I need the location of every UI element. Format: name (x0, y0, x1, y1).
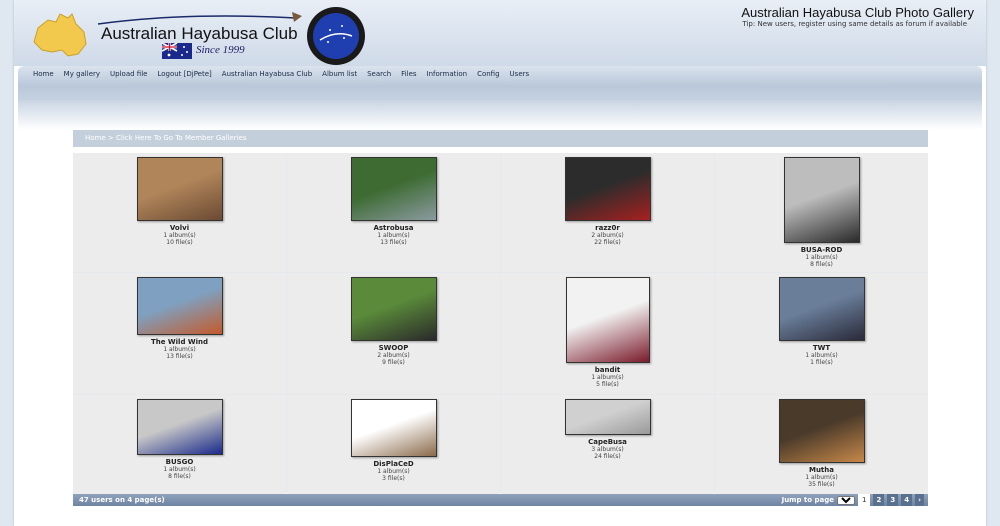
album-count: 1 album(s) (805, 474, 838, 481)
user-thumbnail[interactable] (350, 399, 437, 457)
file-count: 8 file(s) (810, 261, 833, 268)
user-gallery-card: BUSA-ROD 1 album(s) 8 file(s) (715, 153, 928, 272)
album-count: 2 album(s) (377, 352, 410, 359)
breadcrumb-home[interactable]: Home (85, 134, 106, 142)
user-gallery-card: SWOOP 2 album(s) 9 file(s) (287, 273, 500, 394)
page-link-2[interactable]: 2 (873, 494, 885, 506)
user-name-link[interactable]: The Wild Wind (151, 338, 208, 346)
user-name-link[interactable]: TWT (813, 344, 830, 352)
album-count: 1 album(s) (377, 232, 410, 239)
jump-page-select[interactable]: 1 (837, 495, 856, 505)
user-name-link[interactable]: razz0r (595, 224, 620, 232)
file-count: 13 file(s) (166, 353, 193, 360)
user-name-link[interactable]: BUSA-ROD (801, 246, 843, 254)
file-count: 10 file(s) (166, 239, 193, 246)
logo-text: Australian Hayabusa Club (101, 24, 298, 43)
file-count: 9 file(s) (382, 359, 405, 366)
file-count: 22 file(s) (594, 239, 621, 246)
nav-item[interactable]: Information (422, 70, 473, 78)
breadcrumb: Home > Click Here To Go To Member Galler… (73, 130, 928, 147)
australia-map-icon (33, 13, 87, 57)
user-gallery-card: Astrobusa 1 album(s) 13 file(s) (287, 153, 500, 272)
user-thumbnail[interactable] (136, 399, 223, 455)
page-link-3[interactable]: 3 (887, 494, 899, 506)
site-title: Australian Hayabusa Club Photo Gallery (741, 5, 974, 20)
file-count: 13 file(s) (380, 239, 407, 246)
nav-item[interactable]: Config (472, 70, 504, 78)
user-count: 47 users on 4 page(s) (79, 496, 165, 504)
club-badge-icon (307, 7, 365, 65)
jump-label: Jump to page (781, 496, 835, 504)
breadcrumb-current[interactable]: Click Here To Go To Member Galleries (116, 134, 247, 142)
user-name-link[interactable]: CapeBusa (588, 438, 627, 446)
file-count: 1 file(s) (810, 359, 833, 366)
nav-gradient (18, 100, 982, 130)
album-count: 1 album(s) (377, 468, 410, 475)
file-count: 35 file(s) (808, 481, 835, 488)
album-count: 1 album(s) (805, 254, 838, 261)
site-logo[interactable]: Australian Hayabusa Club Since 1999 (26, 6, 376, 66)
nav-item[interactable]: Home (28, 70, 59, 78)
breadcrumb-separator: > (107, 134, 114, 142)
user-name-link[interactable]: Astrobusa (373, 224, 413, 232)
nav-item[interactable]: Album list (317, 70, 362, 78)
user-name-link[interactable]: Volvi (170, 224, 189, 232)
user-thumbnail[interactable] (564, 157, 651, 221)
nav-item[interactable]: Logout [DjPete] (152, 70, 216, 78)
user-thumbnail[interactable] (136, 157, 223, 221)
nav-item[interactable]: Files (396, 70, 421, 78)
user-gallery-card: razz0r 2 album(s) 22 file(s) (501, 153, 714, 272)
file-count: 8 file(s) (168, 473, 191, 480)
file-count: 24 file(s) (594, 453, 621, 460)
album-count: 1 album(s) (591, 374, 624, 381)
nav-item[interactable]: My gallery (59, 70, 105, 78)
user-gallery-grid: Volvi 1 album(s) 10 file(s) Astrobusa 1 albu… (73, 153, 928, 495)
user-gallery-card: bandit 1 album(s) 5 file(s) (501, 273, 714, 394)
album-count: 2 album(s) (591, 232, 624, 239)
page-link-4[interactable]: 4 (901, 494, 913, 506)
user-name-link[interactable]: Mutha (809, 466, 834, 474)
file-count: 3 file(s) (382, 475, 405, 482)
user-name-link[interactable]: DisPlaCeD (373, 460, 413, 468)
page-current: 1 (858, 494, 871, 506)
album-count: 3 album(s) (591, 446, 624, 453)
user-name-link[interactable]: SWOOP (379, 344, 409, 352)
user-thumbnail[interactable] (136, 277, 223, 335)
user-thumbnail[interactable] (783, 157, 860, 243)
nav-item[interactable]: Users (505, 70, 535, 78)
logo-since: Since 1999 (196, 44, 245, 56)
next-page-link[interactable]: › (915, 494, 924, 506)
file-count: 5 file(s) (596, 381, 619, 388)
site-tip: Tip: New users, register using same deta… (742, 20, 967, 28)
user-thumbnail[interactable] (564, 399, 651, 435)
album-count: 1 album(s) (805, 352, 838, 359)
album-count: 1 album(s) (163, 466, 196, 473)
user-thumbnail[interactable] (350, 157, 437, 221)
user-gallery-card: Volvi 1 album(s) 10 file(s) (73, 153, 286, 272)
user-thumbnail[interactable] (778, 277, 865, 341)
user-gallery-card: Mutha 1 album(s) 35 file(s) (715, 395, 928, 495)
user-gallery-card: TWT 1 album(s) 1 file(s) (715, 273, 928, 394)
user-name-link[interactable]: bandit (595, 366, 620, 374)
page-jump: Jump to page 1 1 2 3 4 › (782, 494, 924, 506)
user-name-link[interactable]: BUSGO (166, 458, 194, 466)
nav-item[interactable]: Australian Hayabusa Club (217, 70, 317, 78)
australian-flag-icon (162, 43, 192, 59)
nav-item[interactable]: Upload file (105, 70, 152, 78)
pagination-bar: 47 users on 4 page(s) Jump to page 1 1 2… (73, 494, 928, 506)
user-thumbnail[interactable] (778, 399, 865, 463)
user-gallery-card: CapeBusa 3 album(s) 24 file(s) (501, 395, 714, 495)
album-count: 1 album(s) (163, 346, 196, 353)
user-gallery-card: DisPlaCeD 1 album(s) 3 file(s) (287, 395, 500, 495)
user-thumbnail[interactable] (565, 277, 650, 363)
album-count: 1 album(s) (163, 232, 196, 239)
user-gallery-card: BUSGO 1 album(s) 8 file(s) (73, 395, 286, 495)
nav-item[interactable]: Search (362, 70, 396, 78)
user-thumbnail[interactable] (350, 277, 437, 341)
user-gallery-card: The Wild Wind 1 album(s) 13 file(s) (73, 273, 286, 394)
